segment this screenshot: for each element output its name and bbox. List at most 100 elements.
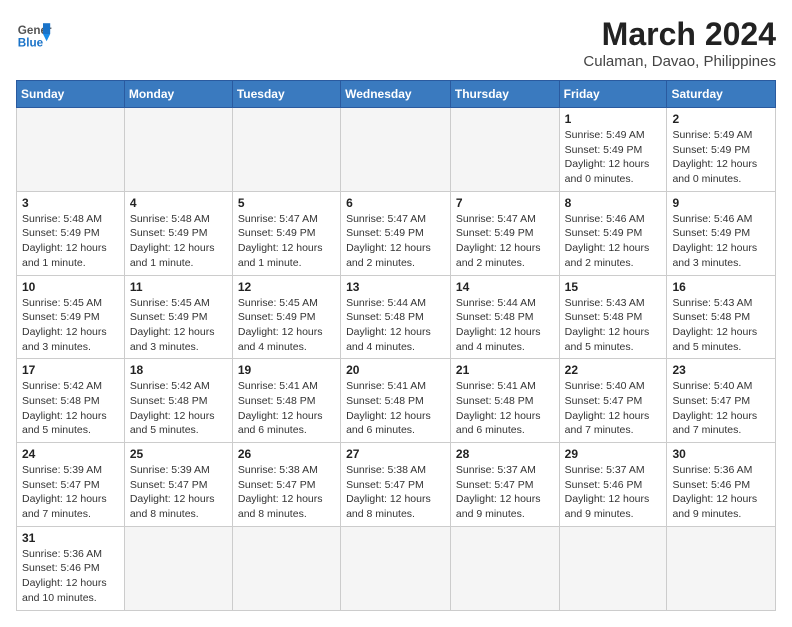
day-number: 15: [565, 280, 662, 294]
day-number: 23: [672, 363, 770, 377]
calendar-cell: [341, 108, 451, 192]
weekday-header: Wednesday: [341, 81, 451, 108]
weekday-header: Tuesday: [232, 81, 340, 108]
weekday-header: Friday: [559, 81, 667, 108]
calendar-cell: 13 Sunrise: 5:44 AMSunset: 5:48 PMDayligh…: [341, 275, 451, 359]
day-number: 2: [672, 112, 770, 126]
calendar-cell: 30 Sunrise: 5:36 AMSunset: 5:46 PMDayligh…: [667, 443, 776, 527]
day-number: 6: [346, 196, 445, 210]
day-info: Sunrise: 5:42 AMSunset: 5:48 PMDaylight:…: [130, 379, 227, 438]
day-number: 22: [565, 363, 662, 377]
weekday-header: Saturday: [667, 81, 776, 108]
day-info: Sunrise: 5:40 AMSunset: 5:47 PMDaylight:…: [565, 379, 662, 438]
day-number: 27: [346, 447, 445, 461]
calendar-cell: 12 Sunrise: 5:45 AMSunset: 5:49 PMDayligh…: [232, 275, 340, 359]
day-info: Sunrise: 5:37 AMSunset: 5:46 PMDaylight:…: [565, 463, 662, 522]
svg-text:Blue: Blue: [18, 37, 44, 50]
calendar-cell: 6 Sunrise: 5:47 AMSunset: 5:49 PMDaylight…: [341, 191, 451, 275]
month-year: March 2024: [583, 16, 776, 53]
day-info: Sunrise: 5:43 AMSunset: 5:48 PMDaylight:…: [672, 296, 770, 355]
calendar-cell: 8 Sunrise: 5:46 AMSunset: 5:49 PMDaylight…: [559, 191, 667, 275]
calendar-cell: 28Sunrise: 5:37 AMSunset: 5:47 PMDayligh…: [450, 443, 559, 527]
day-info: Sunrise: 5:44 AMSunset: 5:48 PMDaylight:…: [456, 296, 554, 355]
day-number: 18: [130, 363, 227, 377]
day-number: 20: [346, 363, 445, 377]
day-number: 31: [22, 531, 119, 545]
calendar-row: 24 Sunrise: 5:39 AMSunset: 5:47 PMDayligh…: [17, 443, 776, 527]
day-info: Sunrise: 5:38 AMSunset: 5:47 PMDaylight:…: [238, 463, 335, 522]
calendar-cell: 15Sunrise: 5:43 AMSunset: 5:48 PMDayligh…: [559, 275, 667, 359]
day-number: 4: [130, 196, 227, 210]
day-info: Sunrise: 5:48 AMSunset: 5:49 PMDaylight:…: [130, 212, 227, 271]
calendar: SundayMondayTuesdayWednesdayThursdayFrid…: [16, 80, 776, 611]
day-number: 29: [565, 447, 662, 461]
day-info: Sunrise: 5:47 AMSunset: 5:49 PMDaylight:…: [456, 212, 554, 271]
calendar-cell: 11 Sunrise: 5:45 AMSunset: 5:49 PMDayligh…: [124, 275, 232, 359]
day-info: Sunrise: 5:46 AMSunset: 5:49 PMDaylight:…: [565, 212, 662, 271]
day-info: Sunrise: 5:49 AMSunset: 5:49 PMDaylight:…: [672, 128, 770, 187]
day-number: 12: [238, 280, 335, 294]
day-info: Sunrise: 5:37 AMSunset: 5:47 PMDaylight:…: [456, 463, 554, 522]
day-info: Sunrise: 5:41 AMSunset: 5:48 PMDaylight:…: [456, 379, 554, 438]
day-number: 14: [456, 280, 554, 294]
day-number: 3: [22, 196, 119, 210]
day-info: Sunrise: 5:41 AMSunset: 5:48 PMDaylight:…: [238, 379, 335, 438]
calendar-cell: [450, 108, 559, 192]
day-number: 5: [238, 196, 335, 210]
calendar-cell: 25 Sunrise: 5:39 AMSunset: 5:47 PMDayligh…: [124, 443, 232, 527]
day-info: Sunrise: 5:45 AMSunset: 5:49 PMDaylight:…: [130, 296, 227, 355]
day-info: Sunrise: 5:47 AMSunset: 5:49 PMDaylight:…: [238, 212, 335, 271]
day-number: 8: [565, 196, 662, 210]
calendar-cell: 20 Sunrise: 5:41 AMSunset: 5:48 PMDayligh…: [341, 359, 451, 443]
day-number: 10: [22, 280, 119, 294]
day-info: Sunrise: 5:49 AMSunset: 5:49 PMDaylight:…: [565, 128, 662, 187]
day-info: Sunrise: 5:36 AMSunset: 5:46 PMDaylight:…: [672, 463, 770, 522]
day-number: 24: [22, 447, 119, 461]
day-number: 25: [130, 447, 227, 461]
logo: General Blue: [16, 16, 52, 52]
day-number: 26: [238, 447, 335, 461]
day-info: Sunrise: 5:44 AMSunset: 5:48 PMDaylight:…: [346, 296, 445, 355]
calendar-cell: 23Sunrise: 5:40 AMSunset: 5:47 PMDayligh…: [667, 359, 776, 443]
calendar-cell: 7 Sunrise: 5:47 AMSunset: 5:49 PMDaylight…: [450, 191, 559, 275]
day-number: 9: [672, 196, 770, 210]
day-number: 17: [22, 363, 119, 377]
day-number: 30: [672, 447, 770, 461]
day-info: Sunrise: 5:39 AMSunset: 5:47 PMDaylight:…: [22, 463, 119, 522]
calendar-row: 1 Sunrise: 5:49 AMSunset: 5:49 PMDaylight…: [17, 108, 776, 192]
day-number: 19: [238, 363, 335, 377]
calendar-cell: 19 Sunrise: 5:41 AMSunset: 5:48 PMDayligh…: [232, 359, 340, 443]
calendar-cell: [559, 526, 667, 610]
calendar-cell: 1 Sunrise: 5:49 AMSunset: 5:49 PMDaylight…: [559, 108, 667, 192]
calendar-cell: [17, 108, 125, 192]
day-number: 16: [672, 280, 770, 294]
calendar-cell: [124, 108, 232, 192]
calendar-cell: 10 Sunrise: 5:45 AMSunset: 5:49 PMDayligh…: [17, 275, 125, 359]
calendar-cell: [232, 108, 340, 192]
calendar-cell: 21 Sunrise: 5:41 AMSunset: 5:48 PMDayligh…: [450, 359, 559, 443]
calendar-cell: 18 Sunrise: 5:42 AMSunset: 5:48 PMDayligh…: [124, 359, 232, 443]
day-info: Sunrise: 5:38 AMSunset: 5:47 PMDaylight:…: [346, 463, 445, 522]
calendar-cell: 5 Sunrise: 5:47 AMSunset: 5:49 PMDaylight…: [232, 191, 340, 275]
day-number: 7: [456, 196, 554, 210]
calendar-cell: [232, 526, 340, 610]
day-info: Sunrise: 5:41 AMSunset: 5:48 PMDaylight:…: [346, 379, 445, 438]
calendar-cell: 24 Sunrise: 5:39 AMSunset: 5:47 PMDayligh…: [17, 443, 125, 527]
weekday-header-row: SundayMondayTuesdayWednesdayThursdayFrid…: [17, 81, 776, 108]
day-info: Sunrise: 5:39 AMSunset: 5:47 PMDaylight:…: [130, 463, 227, 522]
calendar-cell: 22 Sunrise: 5:40 AMSunset: 5:47 PMDayligh…: [559, 359, 667, 443]
day-number: 1: [565, 112, 662, 126]
calendar-cell: 3 Sunrise: 5:48 AMSunset: 5:49 PMDaylight…: [17, 191, 125, 275]
day-info: Sunrise: 5:48 AMSunset: 5:49 PMDaylight:…: [22, 212, 119, 271]
calendar-cell: 17Sunrise: 5:42 AMSunset: 5:48 PMDayligh…: [17, 359, 125, 443]
day-number: 13: [346, 280, 445, 294]
day-info: Sunrise: 5:47 AMSunset: 5:49 PMDaylight:…: [346, 212, 445, 271]
day-number: 11: [130, 280, 227, 294]
day-info: Sunrise: 5:45 AMSunset: 5:49 PMDaylight:…: [238, 296, 335, 355]
day-number: 21: [456, 363, 554, 377]
day-info: Sunrise: 5:45 AMSunset: 5:49 PMDaylight:…: [22, 296, 119, 355]
calendar-cell: 9Sunrise: 5:46 AMSunset: 5:49 PMDaylight…: [667, 191, 776, 275]
calendar-cell: [450, 526, 559, 610]
calendar-cell: 2 Sunrise: 5:49 AMSunset: 5:49 PMDaylight…: [667, 108, 776, 192]
calendar-cell: [667, 526, 776, 610]
